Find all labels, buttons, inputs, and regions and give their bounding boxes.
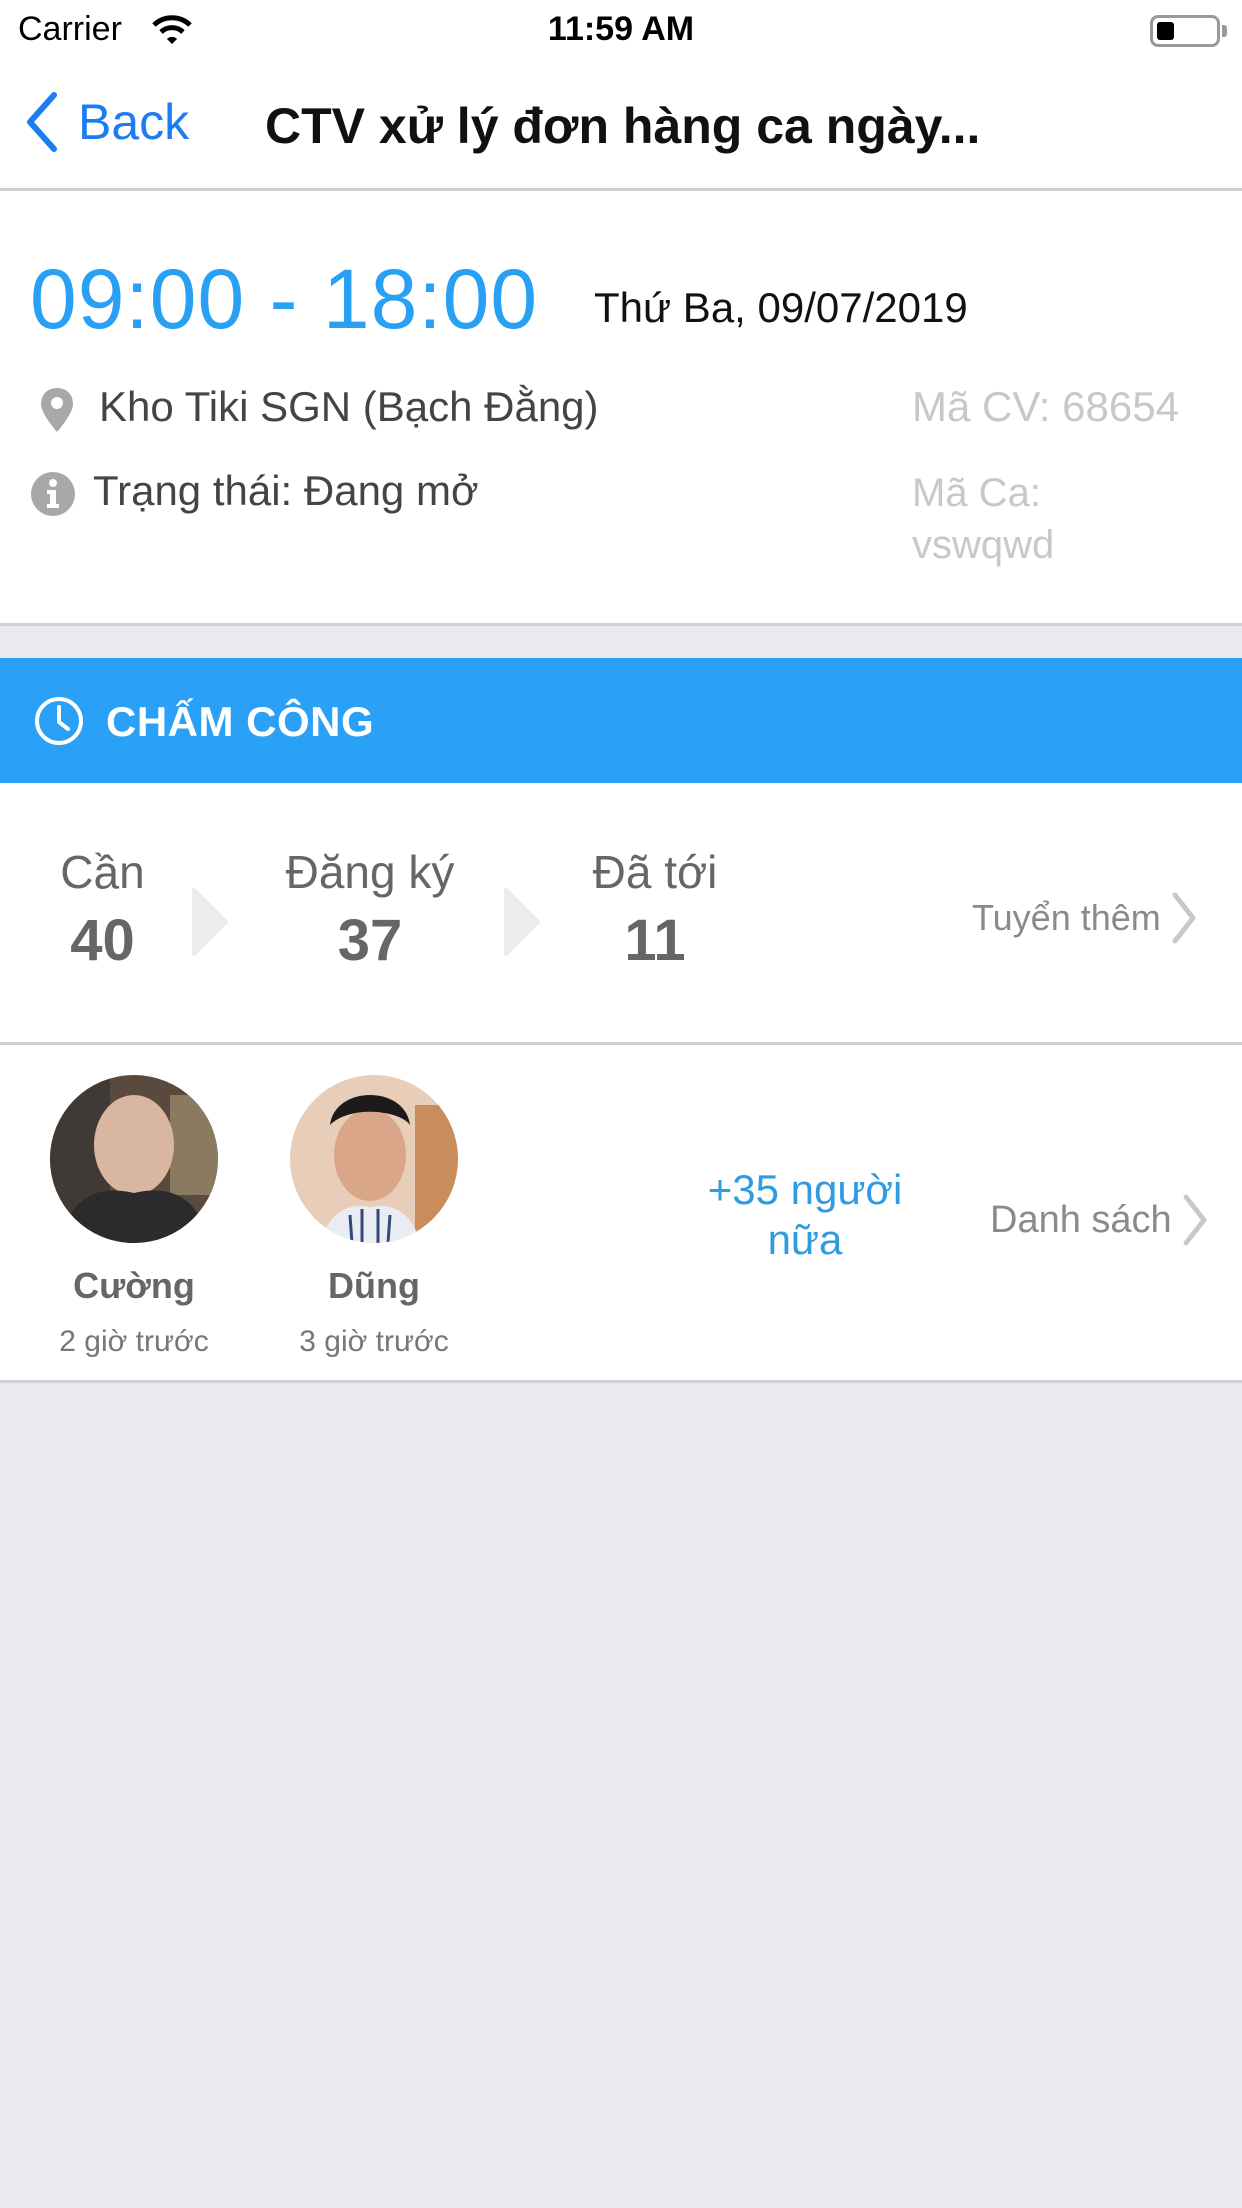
stat-arrived: Đã tới 11 [580, 845, 730, 974]
view-list-button[interactable]: Danh sách [990, 1193, 1210, 1247]
back-label: Back [78, 94, 190, 150]
status-bar: Carrier 11:59 AM [0, 0, 1242, 62]
location-text: Kho Tiki SGN (Bạch Đằng) [99, 383, 599, 430]
shift-code-label: Mã Ca: [912, 471, 1041, 515]
person-item[interactable]: Cường 2 giờ trước [34, 1075, 234, 1359]
location-pin-icon [41, 388, 73, 432]
step-arrow-icon [504, 888, 540, 956]
step-arrow-icon [192, 888, 228, 956]
shift-code-value: vswqwd [912, 523, 1055, 567]
shift-info: 09:00 - 18:00 Thứ Ba, 09/07/2019 Kho Tik… [0, 191, 1242, 626]
battery-icon [1150, 15, 1220, 47]
attendance-stats: Cần 40 Đăng ký 37 Đã tới 11 Tuyển thêm [0, 783, 1242, 1045]
battery-level [1157, 22, 1174, 40]
chevron-left-icon [27, 92, 57, 152]
job-code: Mã CV: 68654 [912, 383, 1179, 430]
person-name: Dũng [328, 1265, 420, 1306]
avatar [290, 1075, 458, 1243]
person-name: Cường [73, 1265, 195, 1306]
stat-value: 37 [337, 908, 403, 973]
shift-date: Thứ Ba, 09/07/2019 [594, 284, 968, 331]
shift-status: Trạng thái: Đang mở [93, 467, 479, 514]
person-item[interactable]: Dũng 3 giờ trước [274, 1075, 474, 1359]
checked-in-people: Cường 2 giờ trước Dũng 3 giờ trước +35 n… [0, 1045, 1242, 1383]
info-icon [31, 472, 75, 516]
recruit-more-label: Tuyển thêm [972, 897, 1161, 938]
stat-label: Đăng ký [285, 846, 455, 898]
back-button[interactable]: Back [24, 92, 189, 152]
clock-icon [35, 697, 83, 745]
person-time: 3 giờ trước [299, 1325, 449, 1358]
attendance-title: CHẤM CÔNG [106, 698, 375, 745]
navigation-bar: Back CTV xử lý đơn hàng ca ngày... [0, 62, 1242, 191]
more-people-count: +35 người [707, 1166, 903, 1213]
stat-value: 40 [70, 908, 135, 973]
recruit-more-button[interactable]: Tuyển thêm [972, 891, 1199, 945]
stat-value: 11 [624, 908, 686, 973]
shift-code: Mã Ca: vswqwd [912, 467, 1212, 571]
more-people-link[interactable]: +35 người nữa [680, 1165, 930, 1265]
page-title: CTV xử lý đơn hàng ca ngày... [265, 98, 981, 154]
attendance-header: CHẤM CÔNG [0, 658, 1242, 783]
stat-label: Đã tới [592, 846, 718, 898]
chevron-right-icon [1183, 1194, 1207, 1246]
battery-tip [1222, 25, 1227, 37]
stat-needed: Cần 40 [40, 845, 165, 974]
view-list-label: Danh sách [990, 1198, 1172, 1241]
shift-time-range: 09:00 - 18:00 [30, 252, 539, 346]
clock: 11:59 AM [547, 10, 695, 48]
person-time: 2 giờ trước [59, 1325, 209, 1358]
chevron-right-icon [1172, 892, 1196, 944]
more-people-suffix: nữa [767, 1216, 843, 1263]
stat-label: Cần [60, 846, 145, 898]
stat-registered: Đăng ký 37 [270, 845, 470, 974]
avatar [50, 1075, 218, 1243]
